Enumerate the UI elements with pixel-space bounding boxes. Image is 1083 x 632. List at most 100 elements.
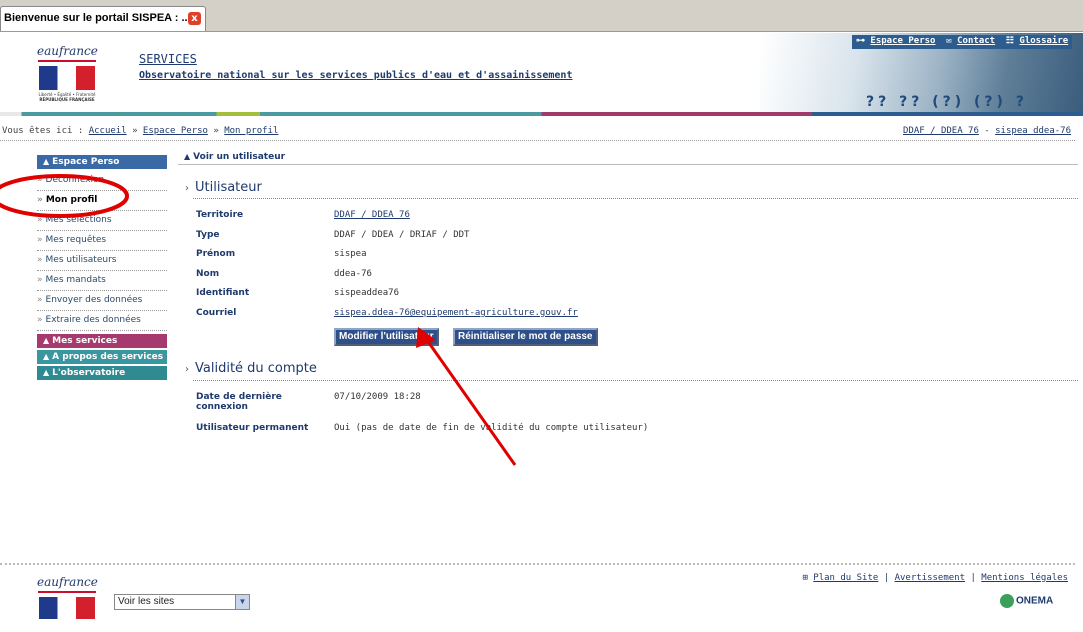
plan-du-site-link[interactable]: Plan du Site — [813, 573, 878, 583]
glossaire-link[interactable]: Glossaire — [1019, 36, 1068, 46]
sites-select[interactable]: Voir les sites ▼ — [114, 594, 250, 610]
bullet-icon: » — [37, 175, 43, 185]
section-divider — [193, 380, 1078, 381]
logo-swoosh — [38, 591, 96, 593]
breadcrumb-mon-profil[interactable]: Mon profil — [224, 126, 278, 136]
sidebar-item-label: Extraire des données — [45, 315, 141, 325]
bullet-icon: » — [37, 215, 43, 225]
reset-password-button[interactable]: Réinitialiser le mot de passe — [453, 328, 598, 346]
top-links: ⊶ Espace Perso ✉ Contact ☷ Glossaire — [852, 35, 1073, 49]
sidebar-item-label: Envoyer des données — [45, 295, 143, 305]
field-value-nom: ddea-76 — [334, 269, 372, 279]
logo-text: eaufrance — [37, 44, 98, 58]
sidebar-item-label: Mes requêtes — [45, 235, 107, 245]
section-utilisateur: › Utilisateur — [185, 180, 262, 195]
sidebar-item-mon-profil[interactable]: » Mon profil — [37, 191, 167, 211]
arrow-icon: ▲ — [43, 336, 50, 345]
close-tab-icon[interactable]: x — [188, 12, 201, 25]
sidebar-item-label: Mes utilisateurs — [45, 255, 117, 265]
arrow-icon: ▲ — [43, 352, 50, 361]
header-tool-icons[interactable]: ?? ?? (?) (?) ? — [866, 94, 1028, 110]
sidebar-espace-perso-header[interactable]: ▲ Espace Perso — [37, 155, 167, 169]
sidebar-header-label: L'observatoire — [52, 368, 126, 378]
field-label-territoire: Territoire — [196, 210, 244, 220]
sidebar-item-envoyer-donnees[interactable]: » Envoyer des données — [37, 291, 167, 311]
onema-logo[interactable]: ONEMA — [1000, 594, 1053, 608]
sidebar-item-mes-requetes[interactable]: » Mes requêtes — [37, 231, 167, 251]
field-label-courriel: Courriel — [196, 308, 237, 318]
site-title[interactable]: SERVICES — [139, 52, 197, 66]
footer-sep: | — [970, 573, 976, 583]
breadcrumb-espace-perso[interactable]: Espace Perso — [143, 126, 208, 136]
user-name-link[interactable]: sispea ddea-76 — [995, 126, 1071, 136]
bullet-icon: » — [37, 315, 43, 325]
field-label-permanent: Utilisateur permanent — [196, 423, 309, 433]
sidebar-item-mes-selections[interactable]: » Mes sélections — [37, 211, 167, 231]
browser-tab[interactable]: Bienvenue sur le portail SISPEA : ... x — [0, 6, 206, 31]
browser-tab-bar: Bienvenue sur le portail SISPEA : ... x — [0, 0, 1083, 32]
sidebar-item-label: Déconnexion — [45, 175, 105, 185]
avertissement-link[interactable]: Avertissement — [895, 573, 965, 583]
field-value-courriel[interactable]: sispea.ddea-76@equipement-agriculture.go… — [334, 308, 578, 318]
breadcrumb-sep: » — [213, 126, 219, 136]
sidebar-item-label: Mes sélections — [45, 215, 112, 225]
field-label-nom: Nom — [196, 269, 220, 279]
sidebar-header-label: Espace Perso — [52, 157, 120, 167]
chevron-down-icon[interactable]: ▼ — [235, 595, 249, 609]
breadcrumb-accueil[interactable]: Accueil — [89, 126, 127, 136]
footer-divider — [0, 563, 1075, 565]
sidebar-mes-services-header[interactable]: ▲ Mes services — [37, 334, 167, 348]
section-divider — [193, 198, 1078, 199]
onema-text: ONEMA — [1016, 595, 1054, 607]
breadcrumb: Vous êtes ici : Accueil » Espace Perso »… — [0, 126, 1083, 140]
sidebar-item-mes-mandats[interactable]: » Mes mandats — [37, 271, 167, 291]
sidebar: ▲ Espace Perso » Déconnexion » Mon profil »… — [37, 155, 167, 382]
marianne-flag-icon — [39, 597, 95, 619]
bullet-icon: » — [37, 295, 43, 305]
glossary-icon: ☷ — [1005, 36, 1014, 46]
mentions-legales-link[interactable]: Mentions légales — [981, 573, 1068, 583]
field-label-prenom: Prénom — [196, 249, 236, 259]
mail-icon: ✉ — [946, 36, 952, 46]
field-value-last-login: 07/10/2009 18:28 — [334, 392, 421, 402]
field-label-identifiant: Identifiant — [196, 288, 250, 298]
sidebar-header-label: A propos des services — [52, 352, 164, 362]
header-color-bar — [0, 112, 1083, 116]
user-org-link[interactable]: DDAF / DDEA 76 — [903, 126, 979, 136]
breadcrumb-sep: » — [132, 126, 138, 136]
contact-link[interactable]: Contact — [957, 36, 995, 46]
logo-swoosh — [38, 60, 96, 62]
sidebar-observatoire-header[interactable]: ▲ L'observatoire — [37, 366, 167, 380]
arrow-icon: ▲ — [43, 157, 50, 166]
bullet-icon: » — [37, 195, 43, 205]
section-validite: › Validité du compte — [185, 361, 317, 376]
key-icon: ⊶ — [856, 36, 865, 46]
sites-select-value: Voir les sites — [118, 596, 175, 607]
footer-links: ⊞ Plan du Site | Avertissement | Mention… — [802, 573, 1068, 583]
page-title: ▲ Voir un utilisateur — [178, 152, 1078, 165]
footer-eaufrance-logo[interactable]: eaufrance — [37, 575, 98, 619]
main-content: ▲ Voir un utilisateur › Utilisateur Territ… — [178, 152, 1078, 433]
field-value-prenom: sispea — [334, 249, 367, 259]
logo-republique: RÉPUBLIQUE FRANÇAISE — [39, 97, 95, 102]
arrow-icon: ▲ — [43, 368, 50, 377]
eaufrance-logo[interactable]: eaufrance Liberté • Égalité • Fraternité… — [37, 44, 98, 102]
modify-user-button[interactable]: Modifier l'utilisateur — [334, 328, 439, 346]
sidebar-item-deconnexion[interactable]: » Déconnexion — [37, 171, 167, 191]
sidebar-item-label: Mes mandats — [45, 275, 106, 285]
field-value-identifiant: sispeaddea76 — [334, 288, 400, 298]
sidebar-item-extraire-donnees[interactable]: » Extraire des données — [37, 311, 167, 331]
section-title-text: Utilisateur — [195, 180, 262, 195]
sidebar-a-propos-header[interactable]: ▲ A propos des services — [37, 350, 167, 364]
sitemap-icon: ⊞ — [802, 573, 808, 583]
field-value-territoire[interactable]: DDAF / DDEA 76 — [334, 210, 410, 220]
bullet-icon: » — [37, 235, 43, 245]
field-label-last-login: Date de dernière connexion — [196, 392, 282, 412]
chevron-right-icon: › — [185, 364, 189, 375]
espace-perso-link[interactable]: Espace Perso — [870, 36, 935, 46]
bullet-icon: » — [37, 255, 43, 265]
sidebar-item-mes-utilisateurs[interactable]: » Mes utilisateurs — [37, 251, 167, 271]
browser-tab-title: Bienvenue sur le portail SISPEA : ... — [4, 12, 191, 24]
site-subtitle[interactable]: Observatoire national sur les services p… — [139, 70, 572, 81]
sidebar-header-label: Mes services — [52, 336, 118, 346]
